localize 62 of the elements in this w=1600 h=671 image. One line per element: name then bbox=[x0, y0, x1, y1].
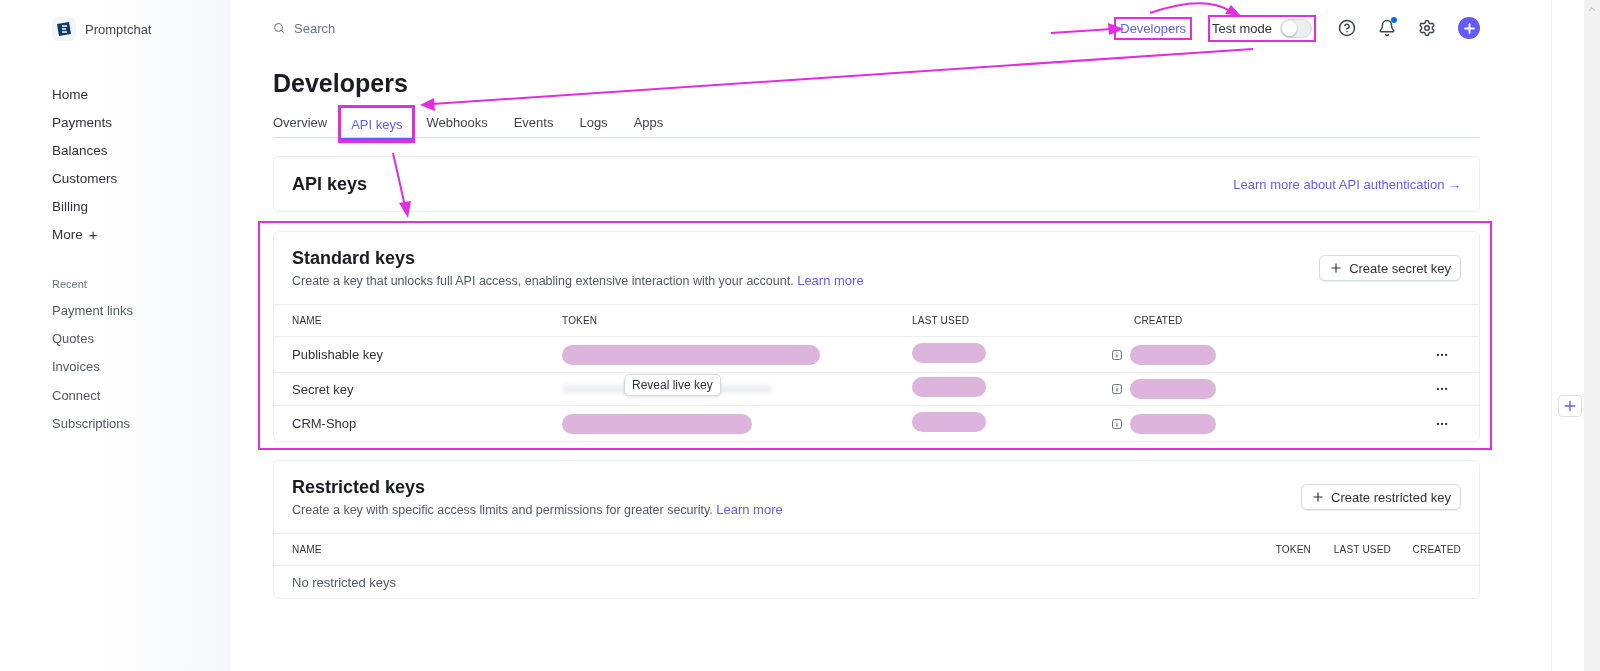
column-header: LAST USED bbox=[912, 315, 971, 326]
card-description: Create a key that unlocks full API access, enabling extensive interaction with your account. Learn more bbox=[292, 273, 864, 288]
sidebar-item[interactable]: Invoices bbox=[52, 352, 230, 382]
sidebar-item[interactable]: Payment links bbox=[52, 296, 230, 325]
sidebar-item[interactable]: Subscriptions bbox=[52, 409, 230, 438]
section-heading: Recent bbox=[52, 278, 88, 290]
info-icon bbox=[1112, 384, 1122, 394]
sidebar-item[interactable]: More + bbox=[52, 220, 230, 248]
column-header: NAME bbox=[292, 315, 323, 326]
sidebar-item[interactable]: Home bbox=[52, 80, 230, 108]
empty-message: No restricted keys bbox=[292, 574, 398, 590]
tab[interactable]: API keys bbox=[341, 108, 413, 140]
sidebar-item[interactable]: Payments bbox=[52, 108, 230, 136]
developers-link[interactable]: Developers bbox=[1114, 16, 1192, 40]
sidebar-item[interactable]: Billing bbox=[52, 192, 230, 220]
info-icon bbox=[1112, 349, 1122, 360]
api-auth-link[interactable]: Learn more about API authentication → bbox=[1233, 176, 1461, 192]
card-title: Restricted keys bbox=[292, 477, 427, 498]
create-restricted-key-button[interactable]: Create restricted key bbox=[1301, 484, 1461, 510]
create-secret-key-button[interactable]: Create secret key bbox=[1319, 255, 1461, 281]
tab[interactable]: Events bbox=[507, 106, 560, 138]
plus-icon bbox=[1461, 20, 1477, 36]
table-cell-text: CRM-Shop bbox=[292, 416, 358, 431]
tab[interactable]: Webhooks bbox=[420, 106, 494, 138]
column-header: NAME bbox=[292, 544, 323, 555]
table-cell-text: Secret key bbox=[292, 381, 355, 397]
column-header: CREATED bbox=[1411, 544, 1461, 555]
plus-icon bbox=[1329, 261, 1344, 275]
search-icon bbox=[273, 22, 285, 34]
sidebar-item[interactable]: Balances bbox=[52, 136, 230, 164]
sidebar-item[interactable]: Quotes bbox=[52, 324, 230, 353]
tooltip: Reveal live key bbox=[624, 374, 721, 396]
brand-logo bbox=[52, 17, 76, 41]
column-header: CREATED bbox=[1134, 315, 1184, 326]
card-title: Standard keys bbox=[292, 248, 417, 269]
test-mode-label: Test mode bbox=[1212, 20, 1272, 36]
add-button[interactable] bbox=[1558, 395, 1582, 417]
sidebar-item[interactable]: Connect bbox=[52, 381, 230, 410]
search-field[interactable]: Search bbox=[292, 19, 492, 37]
learn-more-link[interactable]: Learn more bbox=[716, 502, 783, 517]
tab[interactable]: Apps bbox=[627, 106, 670, 138]
plus-icon bbox=[1562, 398, 1578, 414]
sidebar-item[interactable]: Customers bbox=[52, 164, 230, 192]
column-header: TOKEN bbox=[562, 315, 599, 326]
tab[interactable]: Overview bbox=[273, 106, 334, 138]
card-description: Create a key with specific access limits and permissions for greater security. Learn more bbox=[292, 502, 783, 517]
test-mode-toggle[interactable] bbox=[1280, 18, 1312, 38]
settings-icon[interactable] bbox=[1418, 19, 1436, 37]
table-cell-text: Publishable key bbox=[292, 347, 385, 362]
card-title: API keys bbox=[292, 173, 368, 195]
learn-more-link[interactable]: Learn more bbox=[797, 273, 864, 288]
column-header: TOKEN bbox=[1274, 544, 1311, 555]
plus-icon bbox=[1311, 490, 1326, 504]
scrollbar[interactable] bbox=[1584, 0, 1600, 671]
bell-icon[interactable] bbox=[1378, 19, 1396, 37]
create-button[interactable] bbox=[1458, 17, 1480, 39]
brand-name: Promptchat bbox=[85, 21, 152, 37]
page-title: Developers bbox=[273, 69, 409, 98]
info-icon bbox=[1112, 418, 1122, 429]
column-header: LAST USED bbox=[1332, 544, 1391, 555]
help-icon[interactable] bbox=[1338, 19, 1356, 37]
tab[interactable]: Logs bbox=[573, 106, 614, 138]
